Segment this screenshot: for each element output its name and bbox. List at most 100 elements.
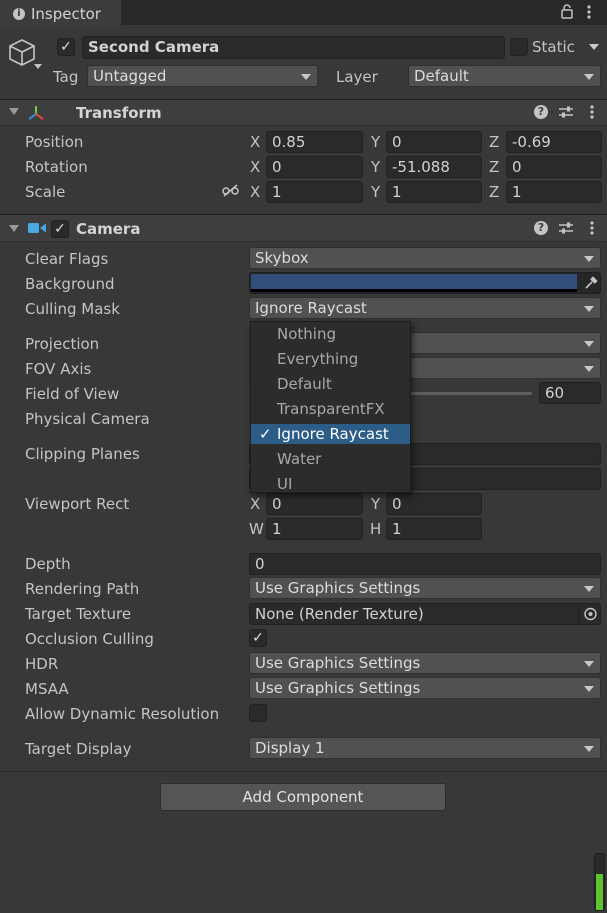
rotation-label: Rotation [25,158,88,176]
occlusion-culling-checkbox[interactable]: ✓ [249,629,267,647]
object-picker-icon[interactable] [578,604,601,624]
gameobject-cube-icon[interactable] [8,36,46,72]
msaa-label: MSAA [25,680,69,698]
presets-icon[interactable] [558,221,574,235]
allow-dynamic-resolution-checkbox[interactable] [249,704,267,722]
scale-x-input[interactable]: 1 [266,181,363,203]
presets-icon[interactable] [558,105,574,119]
axis-w-label[interactable]: W [249,520,264,538]
help-icon[interactable]: ? [534,105,548,119]
rotation-y-input[interactable]: -51.088 [386,156,482,178]
background-color-swatch [251,274,577,289]
chevron-down-icon [584,74,594,80]
checkmark-icon: ✓ [259,425,272,443]
culling-mask-dropdown[interactable]: Ignore Raycast [249,297,601,319]
rotation-z-input[interactable]: 0 [506,156,602,178]
component-menu-icon[interactable] [589,220,595,236]
transform-title: Transform [76,104,162,122]
viewport-h-input[interactable]: 1 [386,518,482,540]
viewport-x-input[interactable]: 0 [266,493,363,515]
axis-y-label[interactable]: Y [371,183,380,201]
eyedropper-icon[interactable] [584,276,598,290]
layer-dropdown[interactable]: Default [408,65,601,87]
axis-x-label[interactable]: X [250,133,260,151]
axis-x-label[interactable]: X [250,495,260,513]
viewport-y-input[interactable]: 0 [386,493,482,515]
tag-dropdown[interactable]: Untagged [87,65,318,87]
target-display-dropdown[interactable]: Display 1 [249,737,601,759]
add-component-button[interactable]: Add Component [160,783,446,811]
field-of-view-label: Field of View [25,385,120,403]
target-texture-label: Target Texture [25,605,132,623]
chevron-down-icon [301,74,311,80]
hdr-dropdown[interactable]: Use Graphics Settings [249,652,601,674]
axis-z-label[interactable]: Z [489,158,499,176]
hdr-label: HDR [25,655,59,673]
menu-item-everything[interactable]: Everything [251,349,410,369]
axis-x-label[interactable]: X [250,158,260,176]
rotation-x-input[interactable]: 0 [266,156,363,178]
foldout-arrow-icon[interactable] [9,225,19,232]
rendering-path-value: Use Graphics Settings [255,579,421,597]
rendering-path-dropdown[interactable]: Use Graphics Settings [249,577,601,599]
camera-enabled-toggle[interactable]: ✓ [51,220,69,238]
tab-inspector[interactable]: i Inspector [0,0,121,26]
axis-z-label[interactable]: Z [489,133,499,151]
info-icon: i [13,8,25,20]
background-label: Background [25,275,115,293]
static-dropdown-icon[interactable] [589,44,599,50]
static-label: Static [532,38,575,56]
lock-icon[interactable] [561,4,573,19]
menu-item-nothing[interactable]: Nothing [251,324,410,344]
axis-y-label[interactable]: Y [371,133,380,151]
background-alpha-bar [251,289,577,292]
position-y-input[interactable]: 0 [386,131,482,153]
menu-item-water[interactable]: Water [251,449,410,469]
axis-z-label[interactable]: Z [489,183,499,201]
object-name-input[interactable]: Second Camera [82,36,505,59]
field-of-view-input[interactable]: 60 [539,382,601,404]
axis-y-label[interactable]: Y [371,495,380,513]
tag-value: Untagged [93,67,167,85]
constrain-proportions-icon[interactable] [222,184,239,198]
active-toggle[interactable]: ✓ [57,38,75,56]
position-z-input[interactable]: -0.69 [506,131,602,153]
culling-mask-label: Culling Mask [25,300,120,318]
resize-handle[interactable] [594,853,605,911]
msaa-dropdown[interactable]: Use Graphics Settings [249,677,601,699]
tag-label: Tag [53,68,79,86]
position-x-input[interactable]: 0.85 [266,131,363,153]
background-color-field[interactable] [249,272,601,294]
depth-input[interactable]: 0 [249,553,601,575]
target-display-label: Target Display [25,740,132,758]
static-toggle[interactable] [510,38,528,56]
msaa-value: Use Graphics Settings [255,679,421,697]
help-icon[interactable]: ? [534,221,548,235]
viewport-w-input[interactable]: 1 [266,518,363,540]
menu-item-ignore-raycast[interactable]: ✓ Ignore Raycast [251,424,410,444]
projection-label: Projection [25,335,100,353]
axis-h-label[interactable]: H [370,520,381,538]
chevron-down-icon [584,586,594,592]
clear-flags-dropdown[interactable]: Skybox [249,247,601,269]
menu-item-default[interactable]: Default [251,374,410,394]
target-texture-field[interactable]: None (Render Texture) [249,603,601,625]
scale-y-input[interactable]: 1 [386,181,482,203]
chevron-down-icon [584,686,594,692]
foldout-arrow-icon[interactable] [9,108,19,115]
scale-z-input[interactable]: 1 [506,181,602,203]
component-menu-icon[interactable] [589,104,595,120]
viewport-rect-label: Viewport Rect [25,495,130,513]
section-divider [0,771,607,772]
position-label: Position [25,133,84,151]
allow-dynamic-resolution-label: Allow Dynamic Resolution [25,705,220,723]
menu-item-ui[interactable]: UI [251,474,410,494]
menu-item-transparentfx[interactable]: TransparentFX [251,399,410,419]
chevron-down-icon [584,256,594,262]
physical-camera-label: Physical Camera [25,410,150,428]
axis-x-label[interactable]: X [250,183,260,201]
axis-y-label[interactable]: Y [371,158,380,176]
more-options-icon[interactable] [586,4,592,20]
rendering-path-label: Rendering Path [25,580,140,598]
culling-mask-value: Ignore Raycast [255,299,367,317]
